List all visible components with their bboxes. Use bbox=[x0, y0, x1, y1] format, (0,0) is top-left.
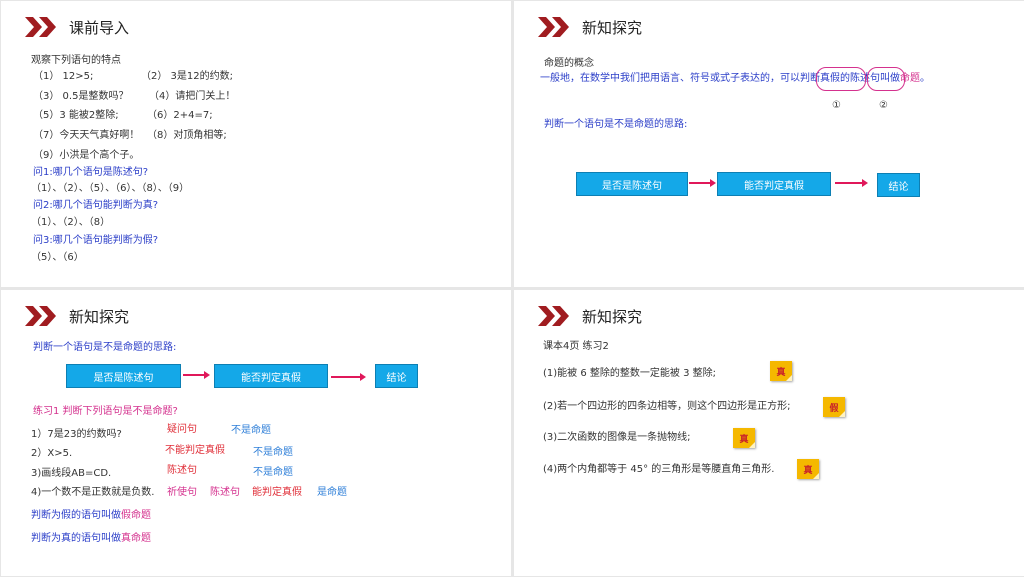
false-def-term: 假命题 bbox=[121, 510, 151, 521]
answer-sticky-note-1: 真 bbox=[770, 361, 792, 381]
exercise-item-1: (1)能被 6 整除的整数一定能被 3 整除; bbox=[543, 368, 716, 379]
answer-sticky-note-2: 假 bbox=[823, 397, 845, 417]
exercise-item-1: 1）7是23的约数吗? bbox=[31, 429, 122, 440]
statement-2: （2） 3是12的约数; bbox=[141, 71, 233, 82]
statement-4: （4）请把门关上！ bbox=[149, 91, 236, 102]
true-def-term: 真命题 bbox=[121, 533, 151, 544]
highlight-oval-2 bbox=[867, 67, 905, 91]
flow-step-judge: 能否判定真假 bbox=[717, 172, 831, 196]
answer-sticky-note-4: 真 bbox=[797, 459, 819, 479]
slide-title: 新知探究 bbox=[582, 308, 643, 326]
item-3-result: 不是命题 bbox=[253, 467, 293, 478]
exercise-source: 课本4页 练习2 bbox=[543, 341, 609, 352]
definition-part-1: 一般地，在数学中我们把用语言、符号或式子表达的，可以 bbox=[540, 73, 800, 84]
slide-2[interactable]: 新知探究 命题的概念 一般地，在数学中我们把用语言、符号或式子表达的，可以判断真… bbox=[514, 1, 1024, 287]
double-chevron-icon bbox=[538, 17, 569, 37]
slide-title: 课前导入 bbox=[69, 19, 130, 37]
slide-3[interactable]: 新知探究 判断一个语句是不是命题的思路: 是否是陈述句 能否判定真假 结论 练习… bbox=[1, 290, 511, 576]
thinking-title: 判断一个语句是不是命题的思路: bbox=[544, 119, 688, 130]
exercise-title: 练习1 判断下列语句是不是命题? bbox=[33, 406, 178, 417]
flow-arrow bbox=[835, 179, 868, 187]
exercise-item-3: (3)二次函数的图像是一条抛物线; bbox=[543, 432, 691, 443]
exercise-item-4: 4)一个数不是正数就是负数. bbox=[31, 487, 155, 498]
answer-2: （1）、（2）、（8） bbox=[31, 217, 111, 228]
item-1-result: 不是命题 bbox=[231, 425, 271, 436]
true-proposition-definition: 判断为真的语句叫做真命题 bbox=[31, 533, 151, 545]
slide-title: 新知探究 bbox=[582, 19, 643, 37]
true-def-prefix: 判断为真的语句叫做 bbox=[31, 533, 121, 544]
double-chevron-icon bbox=[538, 306, 569, 326]
definition-end: 。 bbox=[920, 73, 930, 84]
exercise-item-3: 3)画线段AB=CD. bbox=[31, 468, 112, 479]
item-4-tag-imperative: 祈使句 bbox=[167, 487, 197, 498]
item-3-type: 陈述句 bbox=[167, 465, 197, 476]
double-chevron-icon bbox=[25, 17, 56, 37]
marker-2: ② bbox=[879, 100, 888, 111]
flow-arrow bbox=[331, 373, 366, 381]
statement-6: （6）2+4=7; bbox=[147, 110, 213, 121]
item-4-tag-result: 是命题 bbox=[317, 487, 347, 498]
answer-1: （1）、（2）、（5）、（6）、（8）、（9） bbox=[31, 183, 190, 194]
slide-4[interactable]: 新知探究 课本4页 练习2 (1)能被 6 整除的整数一定能被 3 整除; 真 … bbox=[514, 290, 1024, 576]
answer-3: （5）、（6） bbox=[31, 252, 84, 263]
statement-8: （8）对顶角相等; bbox=[147, 130, 227, 141]
double-chevron-icon bbox=[25, 306, 56, 326]
flow-step-statement: 是否是陈述句 bbox=[66, 364, 181, 388]
slide-title: 新知探究 bbox=[69, 308, 130, 326]
question-1: 问1:哪几个语句是陈述句? bbox=[33, 167, 149, 178]
answer-sticky-note-3: 真 bbox=[733, 428, 755, 448]
item-1-type: 疑问句 bbox=[167, 424, 197, 435]
slide-1[interactable]: 课前导入 观察下列语句的特点 （1） 12>5; （2） 3是12的约数; （3… bbox=[1, 1, 511, 287]
exercise-item-2: 2）X>5. bbox=[31, 448, 73, 459]
statement-7: （7）今天天气真好啊！ bbox=[33, 130, 140, 141]
thinking-title: 判断一个语句是不是命题的思路: bbox=[33, 342, 177, 353]
false-proposition-definition: 判断为假的语句叫做假命题 bbox=[31, 510, 151, 522]
statement-9: （9）小洪是个高个子。 bbox=[33, 150, 140, 161]
statement-5: （5）3 能被2整除; bbox=[33, 110, 119, 121]
statement-3: （3） 0.5是整数吗？ bbox=[33, 91, 129, 102]
question-3: 问3:哪几个语句能判断为假? bbox=[33, 235, 159, 246]
item-2-result: 不是命题 bbox=[253, 447, 293, 458]
flow-arrow bbox=[689, 179, 716, 187]
statement-1: （1） 12>5; bbox=[33, 71, 94, 82]
exercise-item-2: (2)若一个四边形的四条边相等，则这个四边形是正方形; bbox=[543, 401, 791, 412]
flow-step-conclusion: 结论 bbox=[375, 364, 418, 388]
flow-arrow bbox=[183, 371, 210, 379]
item-4-tag-statement: 陈述句 bbox=[210, 487, 240, 498]
flow-step-statement: 是否是陈述句 bbox=[576, 172, 688, 196]
intro-text: 观察下列语句的特点 bbox=[31, 55, 121, 66]
false-def-prefix: 判断为假的语句叫做 bbox=[31, 510, 121, 521]
concept-title: 命题的概念 bbox=[544, 58, 594, 69]
item-2-type: 不能判定真假 bbox=[165, 445, 225, 456]
exercise-item-4: (4)两个内角都等于 45° 的三角形是等腰直角三角形. bbox=[543, 464, 775, 475]
item-4-tag-judgeable: 能判定真假 bbox=[252, 487, 302, 498]
highlight-oval-1 bbox=[816, 67, 866, 91]
question-2: 问2:哪几个语句能判断为真? bbox=[33, 200, 159, 211]
marker-1: ① bbox=[832, 100, 841, 111]
flow-step-conclusion: 结论 bbox=[877, 173, 920, 197]
flow-step-judge: 能否判定真假 bbox=[214, 364, 328, 388]
